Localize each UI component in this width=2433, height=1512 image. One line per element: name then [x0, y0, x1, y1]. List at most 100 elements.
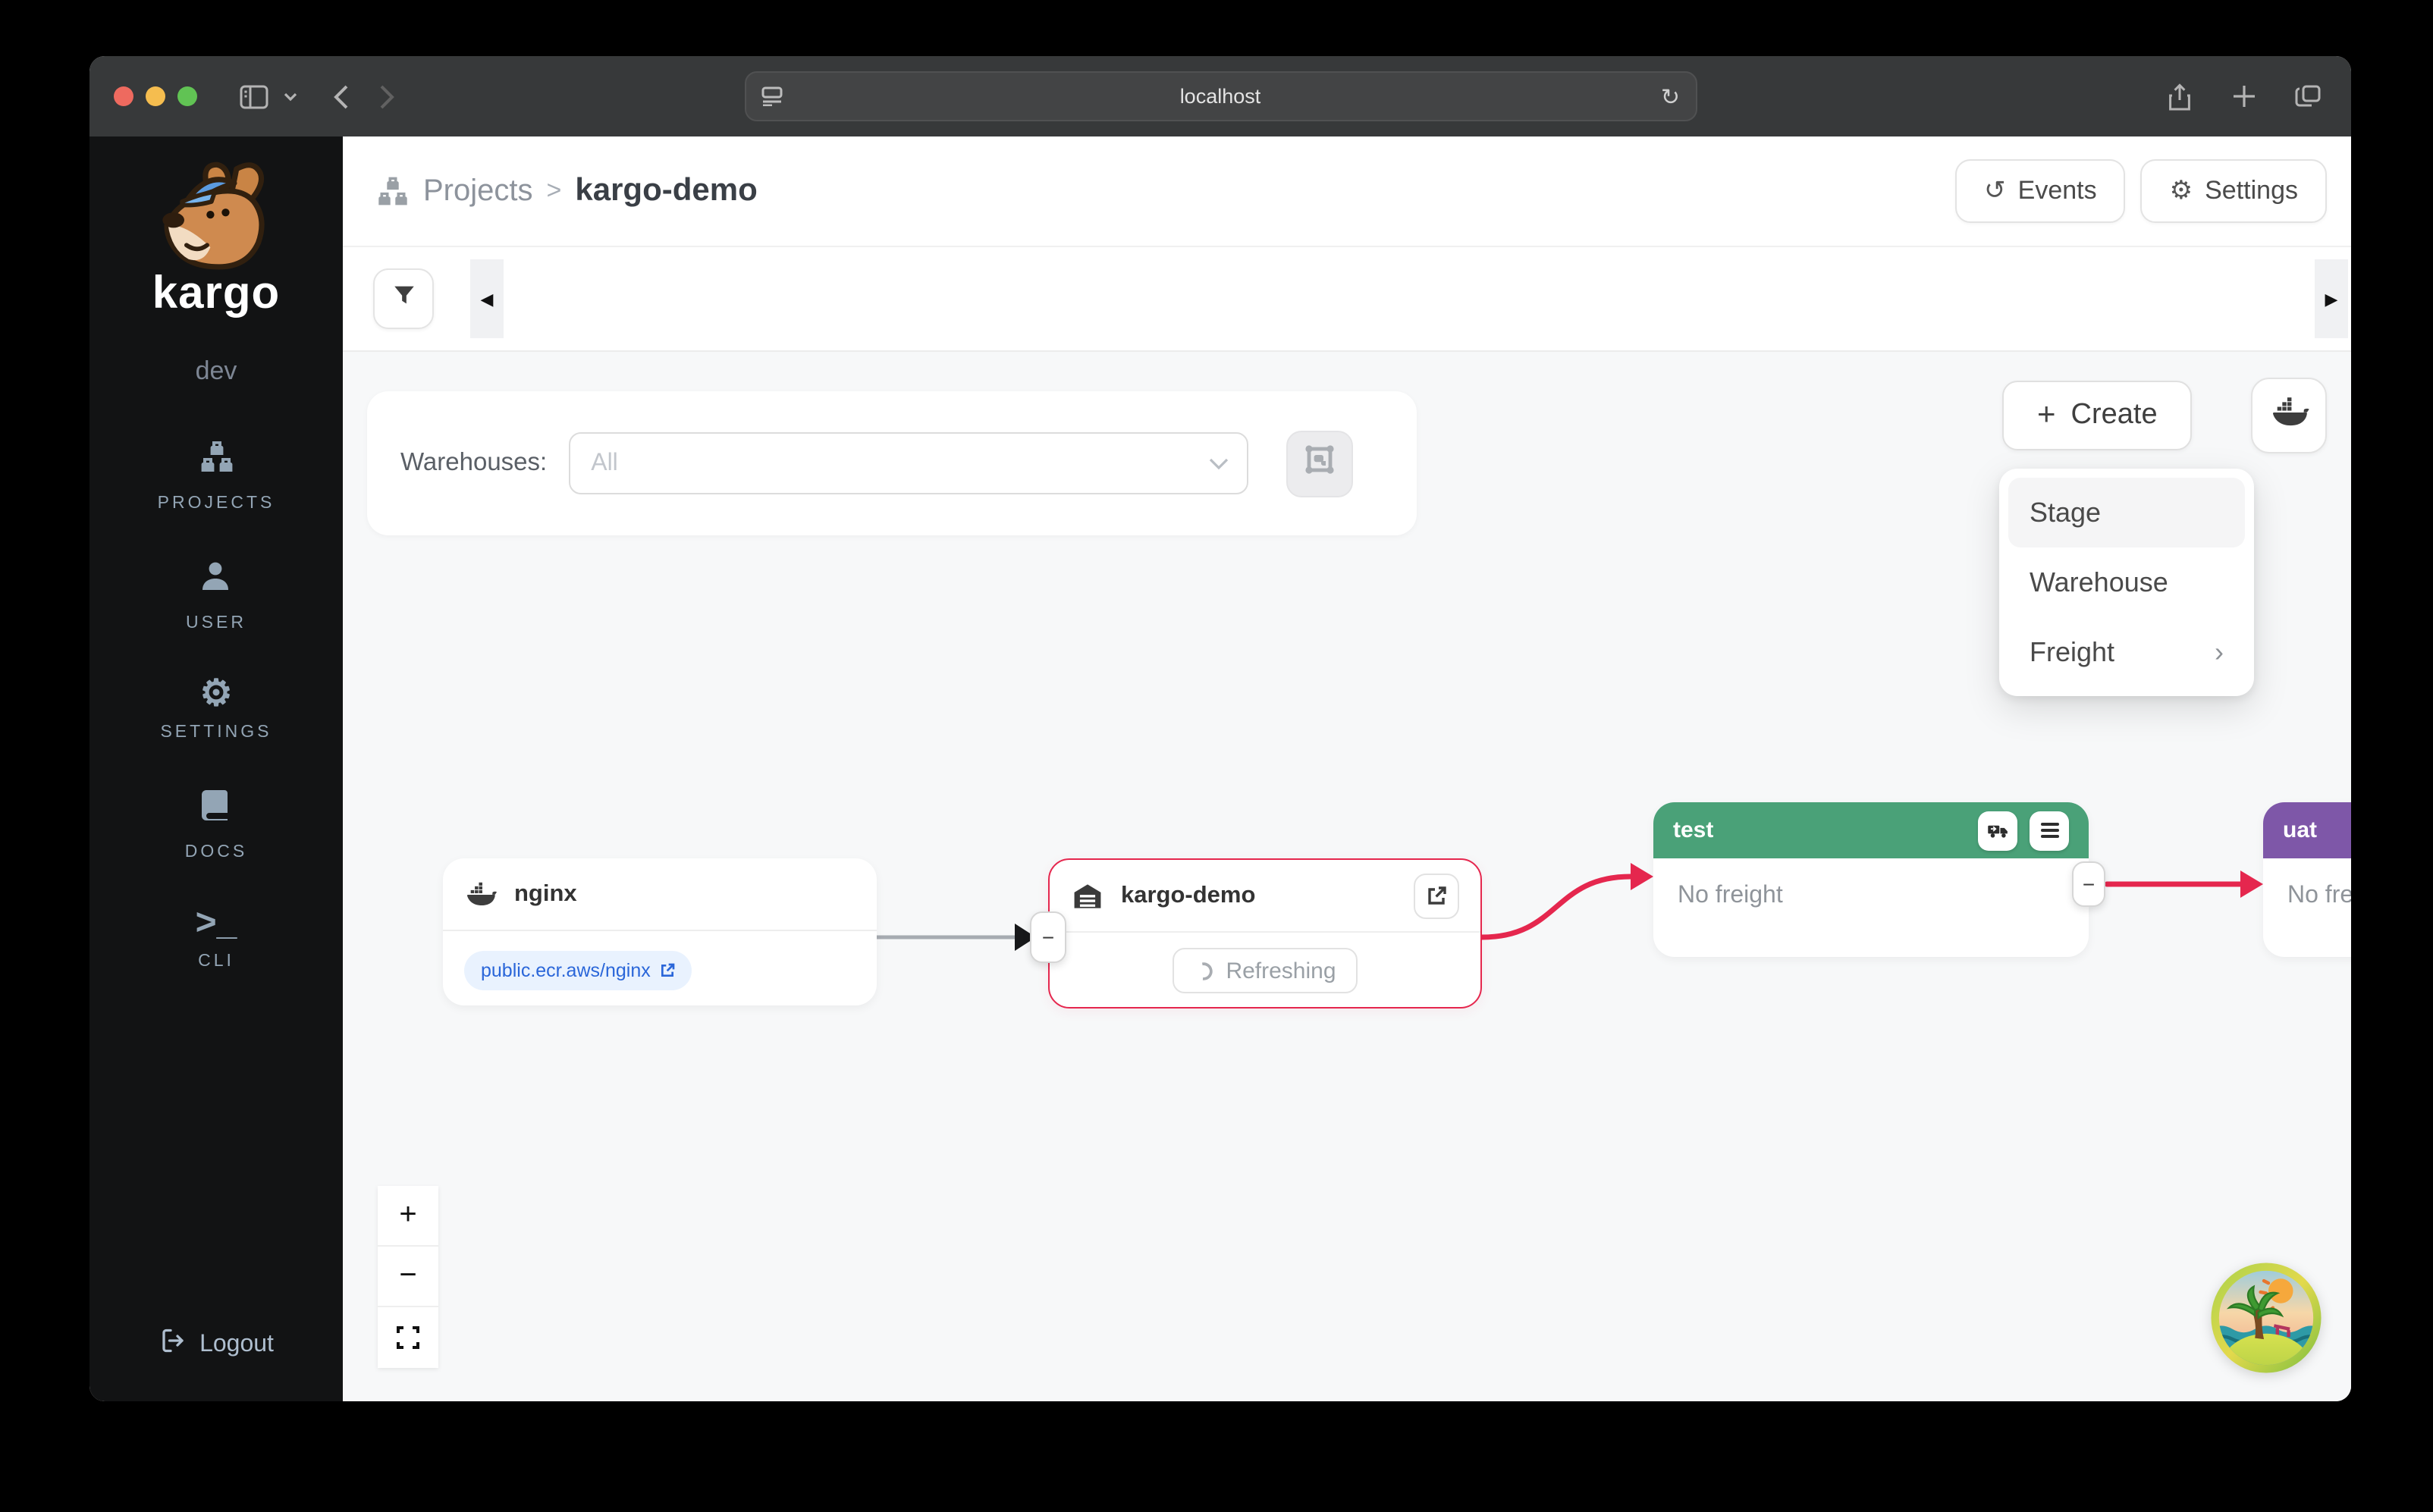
freight-status: No freight	[2263, 858, 2351, 934]
sidebar-item-settings[interactable]: ⚙ SETTINGS	[160, 678, 272, 742]
stage-menu-button[interactable]	[2030, 811, 2069, 850]
breadcrumb-projects-link[interactable]: Projects	[423, 174, 533, 209]
docs-icon	[198, 787, 234, 831]
tab-overview-icon[interactable]	[2284, 74, 2330, 119]
sidebar-item-docs[interactable]: DOCS	[185, 787, 247, 861]
refreshing-status[interactable]: Refreshing	[1173, 948, 1357, 993]
fit-view-button[interactable]	[378, 1307, 438, 1368]
menu-item-label: Warehouse	[2030, 566, 2168, 598]
repo-link[interactable]: public.ecr.aws/nginx	[464, 951, 692, 990]
sidebar-item-label: PROJECTS	[158, 494, 275, 513]
sidebar-item-label: USER	[186, 614, 246, 632]
close-window-button[interactable]	[114, 86, 133, 106]
minimize-window-button[interactable]	[146, 86, 165, 106]
submenu-chevron-icon: ›	[2215, 636, 2224, 668]
docker-images-button[interactable]	[2251, 378, 2327, 453]
fullscreen-icon	[396, 1325, 420, 1350]
settings-label: Settings	[2205, 176, 2298, 206]
forward-icon[interactable]	[364, 74, 410, 119]
zoom-in-button[interactable]: +	[378, 1186, 438, 1247]
subscription-node-nginx[interactable]: nginx public.ecr.aws/nginx	[443, 858, 877, 1005]
breadcrumb-separator: >	[547, 176, 562, 206]
select-chevron-icon	[1208, 457, 1228, 469]
warehouses-filter-card: Warehouses: All	[367, 391, 1417, 535]
collapse-connector-button[interactable]: −	[1030, 911, 1066, 963]
chevron-down-icon[interactable]	[276, 74, 303, 119]
zoom-controls: + −	[378, 1186, 438, 1368]
warehouses-select[interactable]: All	[568, 432, 1248, 494]
expand-panel-right-button[interactable]: ▶	[2315, 259, 2348, 338]
external-link-icon	[660, 963, 675, 978]
browser-titlebar: localhost ↻	[89, 56, 2351, 136]
version-label: dev	[196, 356, 237, 387]
page-title: kargo-demo	[575, 173, 757, 209]
docker-icon	[2268, 395, 2309, 436]
status-label: Refreshing	[1226, 958, 1336, 983]
warehouses-label: Warehouses:	[400, 449, 547, 478]
sidebar-item-label: DOCS	[185, 843, 247, 861]
gear-icon: ⚙	[2170, 176, 2193, 206]
collapse-connector-button[interactable]: −	[2072, 861, 2105, 907]
new-tab-icon[interactable]	[2221, 74, 2266, 119]
events-button[interactable]: ↺ Events	[1955, 159, 2125, 223]
open-warehouse-button[interactable]	[1414, 873, 1459, 918]
group-frame-icon	[1301, 441, 1337, 485]
kargo-wordmark: kargo	[152, 268, 280, 320]
menu-item-label: Stage	[2030, 497, 2101, 529]
filter-icon	[391, 282, 416, 315]
events-label: Events	[2018, 176, 2097, 206]
kargo-mascot-logo[interactable]	[151, 158, 281, 284]
terminal-icon: >_	[196, 907, 237, 940]
zoom-out-button[interactable]: −	[378, 1247, 438, 1307]
minus-icon: −	[2083, 872, 2095, 896]
spinner-icon	[1194, 961, 1213, 980]
screen: localhost ↻	[0, 0, 2433, 1512]
sidebar-item-label: CLI	[198, 952, 234, 971]
plus-icon: +	[2037, 397, 2056, 434]
collapse-panel-left-button[interactable]: ◀	[470, 259, 504, 338]
freight-status: No freight	[1653, 858, 2089, 934]
address-bar[interactable]: localhost ↻	[744, 71, 1697, 121]
sidebar-item-user[interactable]: USER	[186, 558, 246, 632]
menu-item-label: Freight	[2030, 636, 2114, 668]
menu-item-warehouse[interactable]: Warehouse	[2008, 547, 2245, 617]
share-icon[interactable]	[2157, 74, 2202, 119]
stage-node-test[interactable]: test	[1653, 802, 2089, 957]
breadcrumb: Projects > kargo-demo	[376, 173, 758, 209]
sidebar-item-cli[interactable]: >_ CLI	[196, 907, 237, 971]
zoom-window-button[interactable]	[177, 86, 197, 106]
stage-node-uat[interactable]: uat No freight	[2263, 802, 2351, 957]
hamburger-menu-icon	[2039, 822, 2059, 839]
history-icon: ↺	[1984, 176, 2006, 206]
settings-button[interactable]: ⚙ Settings	[2141, 159, 2327, 223]
truck-icon	[1986, 820, 2009, 840]
logout-label: Logout	[199, 1331, 274, 1358]
warehouse-node-kargo-demo[interactable]: kargo-demo Refreshing	[1048, 858, 1482, 1009]
logout-icon	[159, 1327, 186, 1362]
warehouse-icon	[1071, 879, 1104, 912]
pipeline-canvas[interactable]: Warehouses: All	[343, 352, 2351, 1401]
minus-icon: −	[399, 1259, 416, 1294]
reload-icon[interactable]: ↻	[1661, 83, 1680, 110]
plus-icon: +	[399, 1198, 416, 1233]
external-link-icon	[1426, 885, 1447, 906]
island-badge[interactable]	[2210, 1262, 2322, 1374]
sidebar-item-projects[interactable]: PROJECTS	[158, 438, 275, 513]
sidebar-toggle-icon[interactable]	[231, 74, 276, 119]
logout-button[interactable]: Logout	[159, 1327, 274, 1362]
group-view-button[interactable]	[1286, 430, 1352, 497]
promote-truck-button[interactable]	[1978, 811, 2017, 850]
filter-button[interactable]	[373, 268, 434, 329]
right-triangle-icon: ▶	[2325, 289, 2338, 309]
create-button[interactable]: + Create	[2002, 381, 2193, 450]
app-sidebar: kargo dev PROJECTS USER	[89, 136, 343, 1401]
sidebar-item-label: SETTINGS	[160, 723, 272, 742]
reader-view-icon[interactable]	[761, 86, 782, 106]
menu-item-stage[interactable]: Stage	[2008, 478, 2245, 547]
user-icon	[198, 558, 234, 602]
back-icon[interactable]	[319, 74, 364, 119]
create-menu: Stage Warehouse Freight ›	[1999, 469, 2254, 696]
projects-icon	[196, 438, 236, 482]
menu-item-freight[interactable]: Freight ›	[2008, 617, 2245, 687]
url-text: localhost	[1180, 85, 1261, 108]
